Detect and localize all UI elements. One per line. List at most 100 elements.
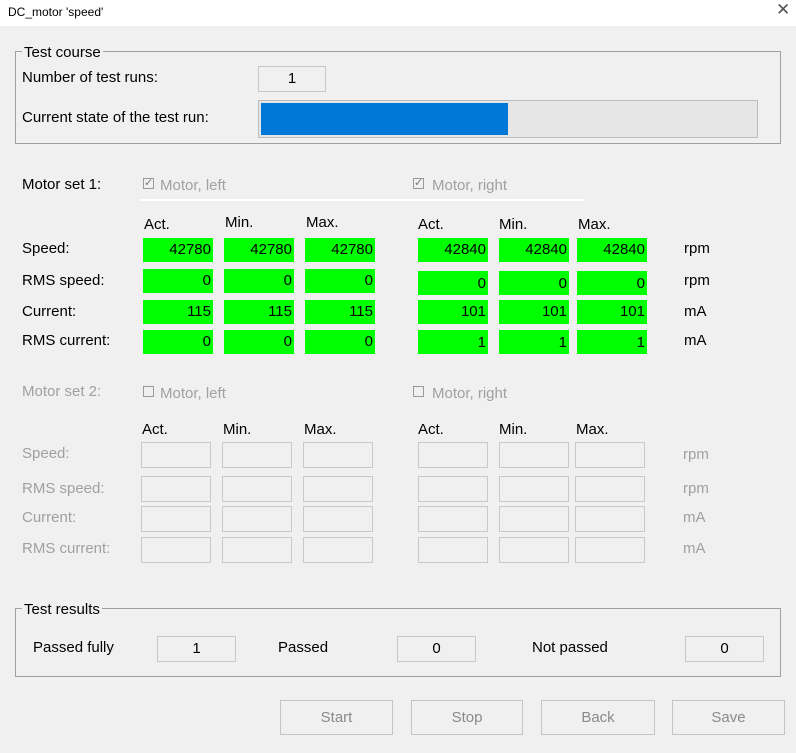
set1-right-header-min: Min.: [499, 216, 528, 233]
title-bar: [0, 0, 796, 26]
set2-rms-current-right-max: [575, 537, 645, 563]
set2-current-left-max: [303, 506, 373, 532]
set2-rms-speed-right-max: [575, 476, 645, 502]
set1-rms-speed-right-act: 0: [418, 271, 488, 295]
set1-speed-left-max: 42780: [305, 238, 375, 262]
set1-rms-speed-left-act: 0: [143, 269, 213, 293]
set2-rms-speed-unit: rpm: [683, 480, 709, 497]
set1-speed-right-max: 42840: [577, 238, 647, 262]
set1-speed-unit: rpm: [684, 240, 710, 257]
set1-speed-right-act: 42840: [418, 238, 488, 262]
set1-left-header-min: Min.: [225, 214, 254, 231]
set1-current-left-min: 115: [224, 300, 294, 324]
set1-rms-current-unit: mA: [684, 332, 707, 349]
set1-speed-left-act: 42780: [143, 238, 213, 262]
set2-row-label: Speed:: [22, 445, 70, 462]
set1-left-header-act: Act.: [144, 216, 170, 233]
checkmark-icon: ✓: [414, 177, 424, 189]
set2-rms-speed-right-act: [418, 476, 488, 502]
set1-left-header-max: Max.: [306, 214, 339, 231]
motor-set1-left-label: Motor, left: [160, 177, 226, 194]
checkmark-icon: ✓: [144, 177, 154, 189]
set2-speed-left-act: [141, 442, 211, 468]
set2-speed-unit: rpm: [683, 446, 709, 463]
set1-rms-current-right-act: 1: [418, 330, 488, 354]
set2-rms-speed-right-min: [499, 476, 569, 502]
set1-rms-current-left-max: 0: [305, 330, 375, 354]
motor-set2-left-checkbox[interactable]: [143, 386, 154, 397]
set2-row-label: Current:: [22, 509, 77, 526]
set1-rms-current-left-min: 0: [224, 330, 294, 354]
set1-rms-current-right-max: 1: [577, 330, 647, 354]
set2-rms-current-unit: mA: [683, 540, 706, 557]
start-button[interactable]: Start: [280, 700, 393, 735]
set2-speed-right-max: [575, 442, 645, 468]
motor-set1-label: Motor set 1:: [22, 176, 102, 193]
set1-rms-current-right-min: 1: [499, 330, 569, 354]
not-passed-label: Not passed: [532, 639, 608, 656]
progress-fill: [261, 103, 508, 135]
set2-speed-left-min: [222, 442, 292, 468]
set1-speed-left-min: 42780: [224, 238, 294, 262]
set1-rms-speed-right-min: 0: [499, 271, 569, 295]
passed-field: 0: [397, 636, 476, 662]
set2-left-header-min: Min.: [223, 421, 252, 438]
set1-current-right-act: 101: [418, 300, 488, 324]
motor-set1-divider: [140, 199, 584, 201]
set2-current-right-max: [575, 506, 645, 532]
set1-rms-current-left-act: 0: [143, 330, 213, 354]
not-passed-field: 0: [685, 636, 764, 662]
set1-rms-speed-right-max: 0: [577, 271, 647, 295]
set2-row-label: RMS speed:: [22, 480, 105, 497]
window-title: DC_motor 'speed': [8, 5, 104, 19]
set2-rms-current-left-act: [141, 537, 211, 563]
progress-bar: [258, 100, 758, 138]
set2-current-unit: mA: [683, 509, 706, 526]
set2-current-right-act: [418, 506, 488, 532]
set1-rms-speed-unit: rpm: [684, 272, 710, 289]
set2-rms-current-right-act: [418, 537, 488, 563]
motor-set1-right-label: Motor, right: [432, 177, 508, 194]
set2-rms-speed-left-act: [141, 476, 211, 502]
set2-current-right-min: [499, 506, 569, 532]
test-course-legend: Test course: [22, 44, 103, 61]
test-state-label: Current state of the test run:: [22, 109, 209, 126]
set2-right-header-min: Min.: [499, 421, 528, 438]
set2-speed-left-max: [303, 442, 373, 468]
passed-label: Passed: [278, 639, 329, 656]
set1-current-right-max: 101: [577, 300, 647, 324]
set1-right-header-act: Act.: [418, 216, 444, 233]
set2-current-left-act: [141, 506, 211, 532]
set1-current-right-min: 101: [499, 300, 569, 324]
set2-right-header-max: Max.: [576, 421, 609, 438]
close-icon[interactable]: ✕: [776, 0, 790, 20]
set1-current-left-act: 115: [143, 300, 213, 324]
set1-rms-speed-left-max: 0: [305, 269, 375, 293]
set1-right-header-max: Max.: [578, 216, 611, 233]
stop-button[interactable]: Stop: [411, 700, 523, 735]
set1-rms-speed-left-min: 0: [224, 269, 294, 293]
back-button[interactable]: Back: [541, 700, 655, 735]
motor-set2-right-label: Motor, right: [432, 385, 508, 402]
set2-rms-current-left-max: [303, 537, 373, 563]
motor-set1-right-checkbox[interactable]: ✓: [413, 178, 424, 189]
save-button[interactable]: Save: [672, 700, 785, 735]
passed-fully-label: Passed fully: [33, 639, 114, 656]
set2-right-header-act: Act.: [418, 421, 444, 438]
set1-current-unit: mA: [684, 303, 707, 320]
set2-rms-current-right-min: [499, 537, 569, 563]
set2-row-label: RMS current:: [22, 540, 111, 557]
test-runs-label: Number of test runs:: [22, 69, 158, 86]
passed-fully-field: 1: [157, 636, 236, 662]
set1-row-label: Current:: [22, 303, 77, 320]
set2-rms-speed-left-min: [222, 476, 292, 502]
set1-row-label: RMS speed:: [22, 272, 105, 289]
set1-current-left-max: 115: [305, 300, 375, 324]
set2-left-header-max: Max.: [304, 421, 337, 438]
motor-set2-left-label: Motor, left: [160, 385, 226, 402]
motor-set2-right-checkbox[interactable]: [413, 386, 424, 397]
set1-speed-right-min: 42840: [499, 238, 569, 262]
test-results-legend: Test results: [22, 601, 102, 618]
motor-set1-left-checkbox[interactable]: ✓: [143, 178, 154, 189]
set2-speed-right-min: [499, 442, 569, 468]
